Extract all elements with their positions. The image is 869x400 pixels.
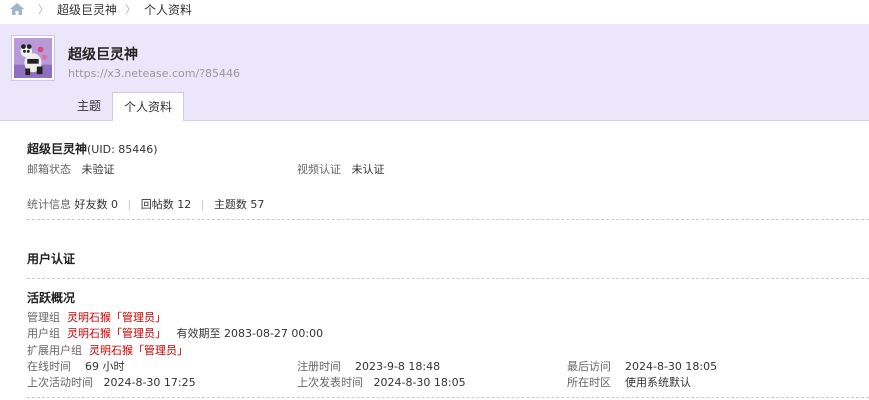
breadcrumb-item-user[interactable]: 超级巨灵神	[57, 1, 117, 18]
divider	[27, 219, 869, 220]
last-post-value: 2024-8-30 18:05	[373, 376, 466, 389]
timezone-row: 所在时区 使用系统默认	[567, 374, 691, 390]
stats-label: 统计信息	[27, 198, 71, 211]
last-visit-label: 最后访问	[567, 360, 611, 373]
last-visit-value: 2024-8-30 18:05	[625, 360, 718, 373]
breadcrumb: 〉 超级巨灵神 〉 个人资料	[0, 0, 869, 18]
divider	[27, 278, 869, 279]
online-time-label: 在线时间	[27, 360, 71, 373]
divider	[27, 397, 869, 398]
timezone-value: 使用系统默认	[625, 376, 691, 389]
avatar-image	[14, 38, 52, 78]
user-group-row: 用户组 灵明石猴「管理员」 有效期至 2083-08-27 00:00	[27, 325, 323, 341]
video-auth-row: 视频认证 未认证	[297, 161, 385, 177]
last-active-value: 2024-8-30 17:25	[103, 376, 196, 389]
profile-content: 超级巨灵神(UID: 85446) 邮箱状态 未验证 视频认证 未认证 统计信息…	[0, 121, 869, 400]
info-name: 超级巨灵神	[27, 142, 88, 156]
stats-friends[interactable]: 好友数 0	[75, 198, 119, 211]
tab-threads[interactable]: 主题	[66, 92, 112, 121]
stats-row: 统计信息 好友数 0 | 回帖数 12 | 主题数 57	[27, 196, 264, 212]
breadcrumb-separator: 〉	[125, 3, 137, 16]
home-icon[interactable]	[10, 3, 24, 15]
register-time-value: 2023-9-8 18:48	[355, 360, 441, 373]
admin-group-label: 管理组	[27, 311, 60, 324]
profile-header: 超级巨灵神 https://x3.netease.com/?85446 主题 个…	[0, 24, 869, 122]
stats-threads[interactable]: 主题数 57	[214, 198, 265, 211]
last-active-label: 上次活动时间	[27, 376, 93, 389]
info-uid: (UID: 85446)	[87, 143, 158, 156]
last-post-label: 上次发表时间	[297, 376, 363, 389]
user-auth-title: 用户认证	[27, 252, 76, 266]
last-post-row: 上次发表时间 2024-8-30 18:05	[297, 374, 466, 390]
last-active-row: 上次活动时间 2024-8-30 17:25	[27, 374, 196, 390]
register-time-label: 注册时间	[297, 360, 341, 373]
video-auth-value: 未认证	[351, 163, 385, 176]
timezone-label: 所在时区	[567, 376, 611, 389]
breadcrumb-separator: 〉	[38, 3, 49, 16]
user-group-label: 用户组	[27, 327, 60, 340]
profile-url[interactable]: https://x3.netease.com/?85446	[68, 67, 240, 80]
video-auth-label: 视频认证	[297, 163, 341, 176]
stats-separator: |	[127, 198, 132, 211]
register-time-row: 注册时间 2023-9-8 18:48	[297, 358, 440, 374]
stats-replies[interactable]: 回帖数 12	[141, 198, 192, 211]
online-time-value: 69 小时	[85, 360, 125, 373]
breadcrumb-item-profile[interactable]: 个人资料	[144, 1, 192, 18]
email-status-row: 邮箱状态 未验证	[27, 161, 115, 177]
info-title-row: 超级巨灵神(UID: 85446)	[27, 140, 158, 157]
avatar[interactable]	[11, 35, 55, 81]
profile-tabs: 主题 个人资料	[66, 92, 185, 122]
ext-group-value[interactable]: 灵明石猴「管理员」	[89, 344, 188, 357]
ext-group-row: 扩展用户组 灵明石猴「管理员」	[27, 342, 188, 358]
user-group-expiry: 有效期至 2083-08-27 00:00	[176, 327, 324, 340]
online-time-row: 在线时间 69 小时	[27, 358, 125, 374]
tab-profile[interactable]: 个人资料	[112, 92, 185, 122]
last-visit-row: 最后访问 2024-8-30 18:05	[567, 358, 717, 374]
admin-group-row: 管理组 灵明石猴「管理员」	[27, 309, 166, 325]
user-group-value[interactable]: 灵明石猴「管理员」	[67, 327, 166, 340]
activity-title: 活跃概况	[27, 291, 76, 305]
email-status-label: 邮箱状态	[27, 163, 71, 176]
admin-group-value[interactable]: 灵明石猴「管理员」	[67, 311, 166, 324]
profile-name: 超级巨灵神	[68, 47, 138, 63]
ext-group-label: 扩展用户组	[27, 344, 82, 357]
email-status-value: 未验证	[81, 163, 115, 176]
stats-separator: |	[200, 198, 205, 211]
